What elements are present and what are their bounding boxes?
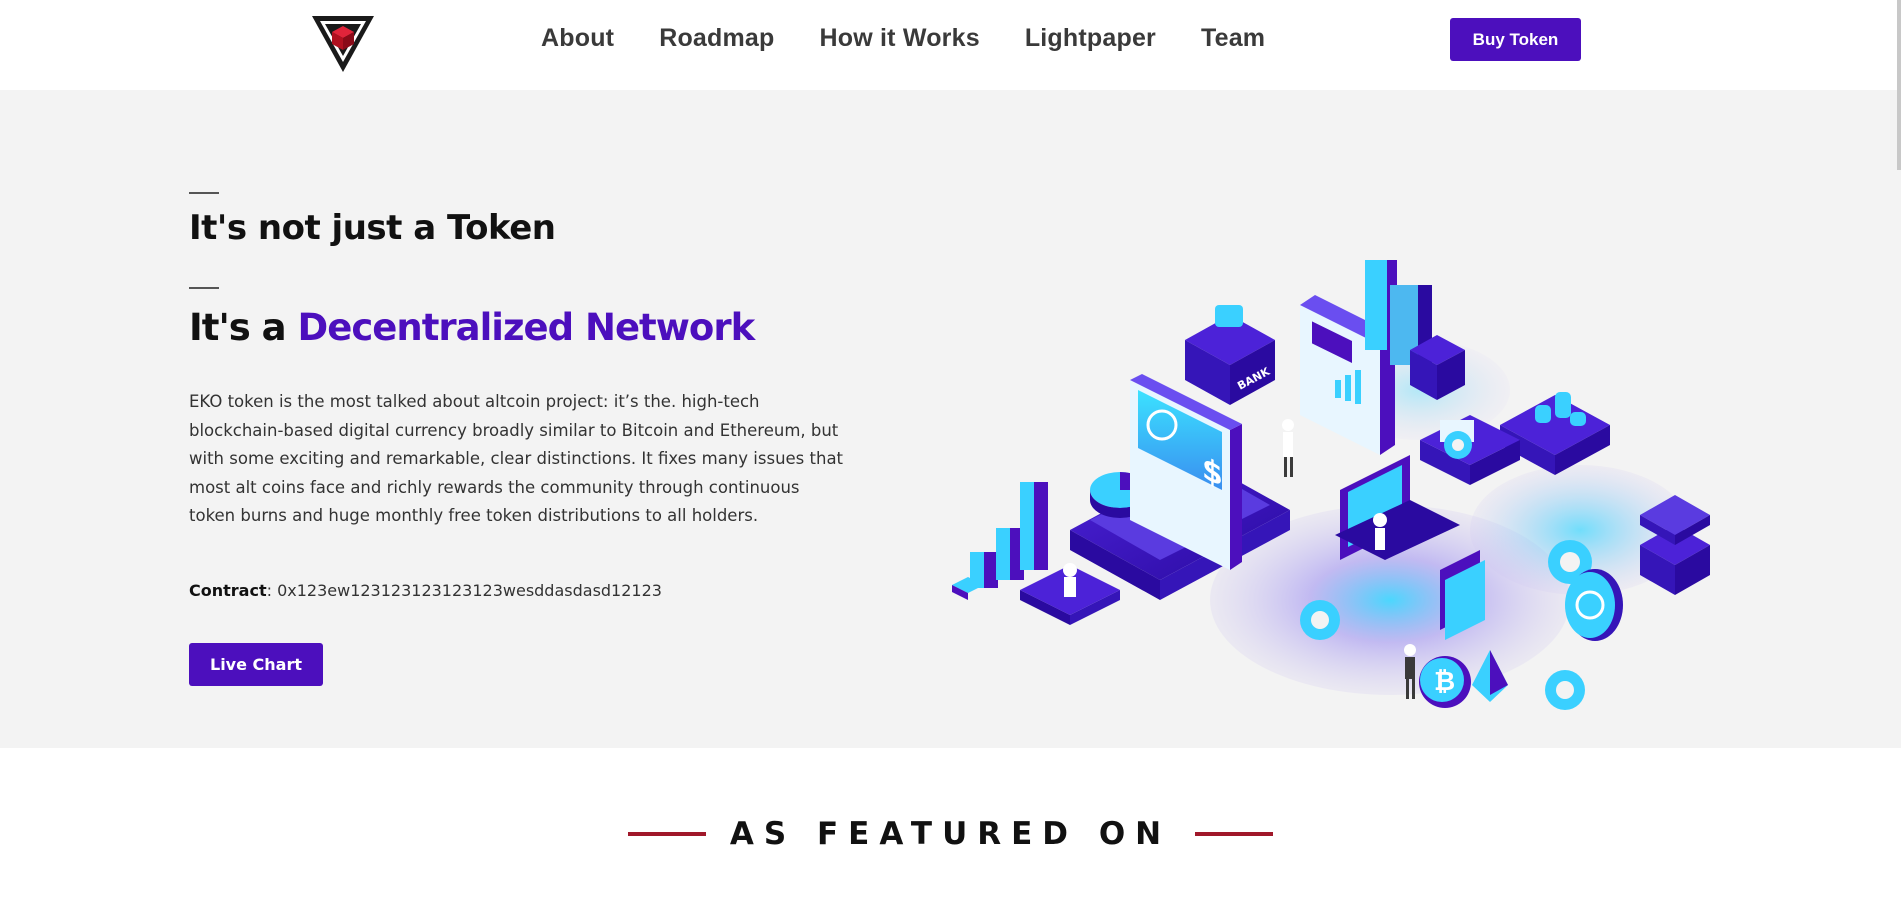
- featured-title: AS FEATURED ON: [729, 816, 1172, 852]
- contract-info: Contract: 0x123ew123123123123123wesddasd…: [189, 581, 662, 600]
- nav-team[interactable]: Team: [1201, 24, 1265, 53]
- main-nav: About Roadmap How it Works Lightpaper Te…: [541, 24, 1310, 53]
- page-scrollbar[interactable]: [1897, 0, 1901, 170]
- site-header: About Roadmap How it Works Lightpaper Te…: [0, 0, 1901, 90]
- nav-about[interactable]: About: [541, 24, 614, 53]
- live-chart-button[interactable]: Live Chart: [189, 643, 323, 686]
- nav-how-it-works[interactable]: How it Works: [820, 24, 980, 53]
- featured-left-line: [627, 832, 706, 836]
- featured-section: AS FEATURED ON: [0, 816, 1901, 852]
- buy-token-button[interactable]: Buy Token: [1450, 18, 1581, 61]
- contract-address: : 0x123ew123123123123123wesddasdasd12123: [266, 581, 662, 600]
- hero-title-line2: It's a Decentralized Network: [189, 306, 756, 349]
- isometric-blockchain-illustration-icon: $ BANK ₿: [940, 190, 1760, 710]
- contract-label: Contract: [189, 581, 267, 600]
- triangle-cube-logo-icon[interactable]: [310, 14, 376, 74]
- title-dash-2: [189, 287, 219, 289]
- nav-roadmap[interactable]: Roadmap: [659, 24, 774, 53]
- svg-text:₿: ₿: [1434, 667, 1455, 697]
- hero-description: EKO token is the most talked about altco…: [189, 392, 844, 525]
- hero-section: It's not just a Token It's a Decentraliz…: [0, 90, 1901, 748]
- hero-title-line2-highlight: Decentralized Network: [297, 306, 756, 349]
- hero-title-line2-prefix: It's a: [189, 306, 298, 349]
- nav-lightpaper[interactable]: Lightpaper: [1025, 24, 1156, 53]
- hero-title-line1: It's not just a Token: [189, 208, 556, 248]
- featured-right-line: [1195, 832, 1274, 836]
- title-dash-1: [189, 192, 219, 194]
